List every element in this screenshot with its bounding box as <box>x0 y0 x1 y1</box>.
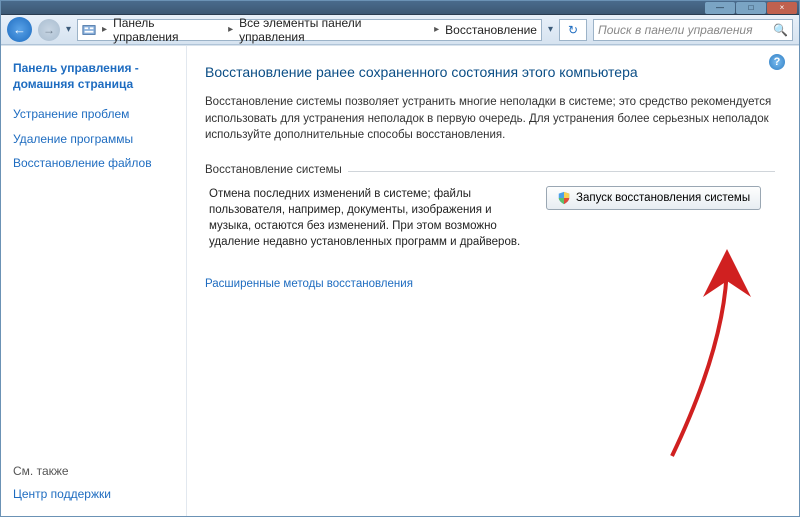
system-restore-group: Восстановление системы Отмена последних … <box>205 162 775 254</box>
sidebar-uninstall-link[interactable]: Удаление программы <box>13 131 174 147</box>
search-icon[interactable]: 🔍 <box>773 23 788 37</box>
nav-back-button[interactable]: ← <box>7 17 32 42</box>
shield-icon <box>557 191 571 205</box>
path-dropdown[interactable]: ▾ <box>548 24 553 35</box>
body: Панель управления - домашняя страница Ус… <box>1 45 799 516</box>
close-button[interactable]: × <box>767 2 797 14</box>
search-placeholder: Поиск в панели управления <box>598 23 753 37</box>
page-title: Восстановление ранее сохраненного состоя… <box>205 64 775 80</box>
start-system-restore-button[interactable]: Запуск восстановления системы <box>546 186 761 210</box>
sidebar-troubleshoot-link[interactable]: Устранение проблем <box>13 106 174 122</box>
see-also-label: См. также <box>13 464 174 478</box>
control-panel-window: — □ × ← → ▾ ▸ Панель управления ▸ Все эл… <box>0 0 800 517</box>
sidebar-filerecovery-link[interactable]: Восстановление файлов <box>13 155 174 171</box>
breadcrumb-recovery[interactable]: Восстановление <box>441 23 541 37</box>
main-content: ? Восстановление ранее сохраненного сост… <box>187 46 799 516</box>
control-panel-icon <box>82 23 96 37</box>
group-description: Отмена последних изменений в системе; фа… <box>209 186 528 250</box>
sidebar-support-link[interactable]: Центр поддержки <box>13 486 174 502</box>
sidebar-home-link[interactable]: Панель управления - домашняя страница <box>13 60 174 92</box>
chevron-icon[interactable]: ▸ <box>100 24 109 35</box>
breadcrumb-control-panel[interactable]: Панель управления <box>109 16 226 44</box>
minimize-button[interactable]: — <box>705 2 735 14</box>
sidebar: Панель управления - домашняя страница Ус… <box>1 46 186 516</box>
titlebar: — □ × <box>1 1 799 15</box>
chevron-icon[interactable]: ▸ <box>432 24 441 35</box>
nav-history-dropdown[interactable]: ▾ <box>66 24 71 35</box>
chevron-icon[interactable]: ▸ <box>226 24 235 35</box>
help-icon[interactable]: ? <box>769 54 785 70</box>
nav-forward-button[interactable]: → <box>38 19 60 41</box>
search-box[interactable]: Поиск в панели управления 🔍 <box>593 19 793 41</box>
maximize-button[interactable]: □ <box>736 2 766 14</box>
breadcrumb-all-items[interactable]: Все элементы панели управления <box>235 16 432 44</box>
group-label: Восстановление системы <box>205 164 348 176</box>
intro-text: Восстановление системы позволяет устрани… <box>205 94 775 144</box>
refresh-button[interactable]: ↻ <box>559 19 587 41</box>
breadcrumb-bar[interactable]: ▸ Панель управления ▸ Все элементы панел… <box>77 19 542 41</box>
advanced-recovery-link[interactable]: Расширенные методы восстановления <box>205 278 775 290</box>
address-bar: ← → ▾ ▸ Панель управления ▸ Все элементы… <box>1 15 799 45</box>
button-label: Запуск восстановления системы <box>576 192 750 204</box>
